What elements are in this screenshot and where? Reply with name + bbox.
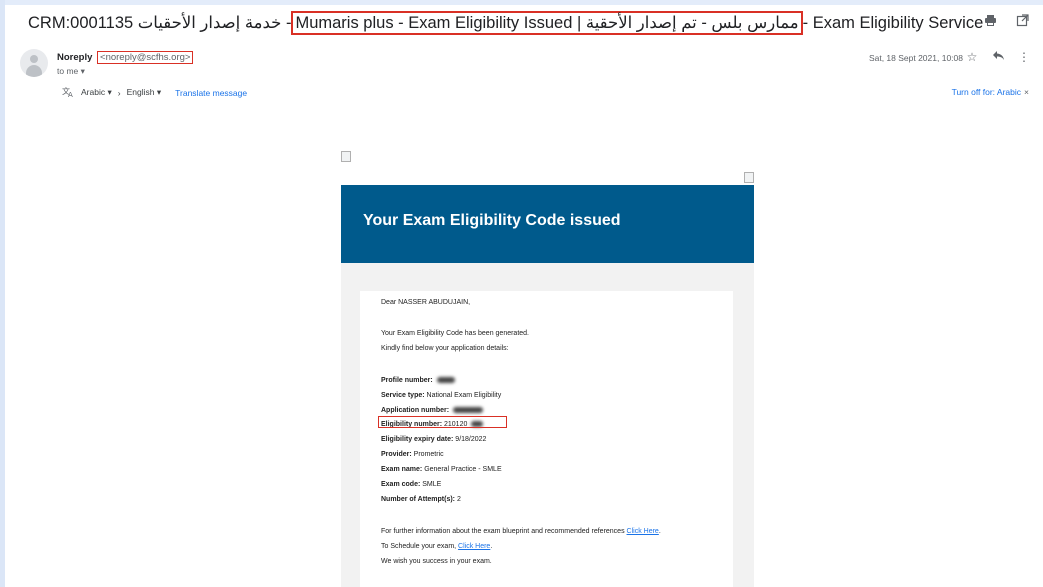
application-label: Application number: [381, 407, 450, 414]
eligibility-highlight-box [378, 416, 507, 428]
service-value: National Exam Eligibility [424, 392, 502, 399]
source-language-label: Arabic [81, 87, 106, 97]
footer-period: . [658, 528, 661, 535]
exam-name-value: General Practice - SMLE [422, 466, 502, 473]
expiry-value: 9/18/2022 [453, 436, 487, 443]
exam-name-row: Exam name: General Practice - SMLE [381, 466, 502, 473]
chevron-down-icon[interactable]: ▾ [81, 66, 85, 76]
recipient-line[interactable]: to me ▾ [57, 66, 85, 77]
application-number-row: Application number: [381, 407, 484, 414]
attempts-value: 2 [455, 496, 461, 503]
star-icon[interactable]: ☆ [965, 50, 979, 64]
footer-blueprint-text: For further information about the exam b… [381, 528, 627, 535]
broken-image-icon [744, 172, 754, 183]
print-icon[interactable] [983, 14, 997, 28]
left-accent-line [0, 0, 5, 587]
profile-label: Profile number: [381, 377, 433, 384]
turn-off-label: Turn off for: Arabic [951, 87, 1022, 97]
arrow-right-icon: › [117, 87, 121, 98]
message-actions: ☆ ⋮ [965, 50, 1031, 64]
subject-prefix: CRM:0001135 خدمة إصدار الأحقيات - [28, 14, 292, 32]
close-icon[interactable]: × [1024, 87, 1029, 97]
translate-bar: 文A Arabic ▾ › English ▾ Translate messag… [62, 86, 247, 99]
schedule-link[interactable]: Click Here [458, 543, 490, 550]
footer-period: . [490, 543, 493, 550]
broken-image-icon [341, 151, 351, 162]
exam-code-row: Exam code: SMLE [381, 481, 441, 488]
exam-code-label: Exam code: [381, 481, 421, 488]
email-banner: Your Exam Eligibility Code issued [341, 185, 754, 263]
more-options-icon[interactable]: ⋮ [1017, 50, 1031, 64]
translate-message-link[interactable]: Translate message [175, 88, 247, 98]
service-label: Service type: [381, 392, 425, 399]
attempts-label: Number of Attempt(s): [381, 496, 456, 503]
turn-off-translation[interactable]: Turn off for: Arabic × [952, 87, 1029, 97]
sender-avatar [20, 49, 48, 77]
footer-wishes: We wish you success in your exam. [381, 558, 492, 565]
subject-highlighted: ممارس بلس - تم إصدار الأحقية | Mumaris p… [291, 11, 803, 35]
chevron-down-icon: ▾ [156, 87, 162, 97]
open-in-new-window-icon[interactable] [1015, 14, 1029, 28]
footer-schedule-text: To Schedule your exam, [381, 543, 459, 550]
avatar-body [26, 65, 42, 77]
expiry-label: Eligibility expiry date: [381, 436, 454, 443]
exam-code-value: SMLE [420, 481, 442, 488]
source-language-select[interactable]: Arabic ▾ [81, 87, 112, 98]
redacted-value [436, 377, 455, 384]
sender-line: Noreply <noreply@scfhs.org> [57, 51, 194, 64]
avatar-head [30, 55, 38, 63]
footer-schedule: To Schedule your exam, Click Here. [381, 543, 492, 550]
translate-icon: 文A [62, 86, 75, 99]
subject-toolbar [983, 14, 1029, 28]
sender-email[interactable]: <noreply@scfhs.org> [97, 51, 194, 64]
email-subject: CRM:0001135 خدمة إصدار الأحقيات - ممارس … [28, 9, 983, 37]
email-date: Sat, 18 Sept 2021, 10:08 [868, 53, 963, 63]
email-card: Your Exam Eligibility Code issued Dear N… [341, 185, 754, 587]
target-language-select[interactable]: English ▾ [127, 87, 162, 98]
sender-name[interactable]: Noreply [57, 52, 92, 63]
email-content: Dear NASSER ABUDUJAIN, Your Exam Eligibi… [360, 291, 733, 587]
intro-details: Kindly find below your application detai… [381, 345, 509, 352]
blueprint-link[interactable]: Click Here [627, 528, 659, 535]
profile-number-row: Profile number: [381, 377, 455, 384]
top-accent-line [0, 0, 1043, 5]
footer-blueprint: For further information about the exam b… [381, 528, 661, 535]
redacted-value [453, 407, 484, 414]
greeting: Dear NASSER ABUDUJAIN, [381, 299, 471, 306]
expiry-date-row: Eligibility expiry date: 9/18/2022 [381, 436, 486, 443]
provider-label: Provider: [381, 451, 412, 458]
service-type-row: Service type: National Exam Eligibility [381, 392, 501, 399]
subject-suffix: - Exam Eligibility Service [802, 13, 984, 32]
exam-name-label: Exam name: [381, 466, 423, 473]
chevron-down-icon: ▾ [107, 87, 112, 97]
target-language-label: English [126, 87, 155, 97]
banner-title: Your Exam Eligibility Code issued [363, 212, 621, 229]
provider-row: Provider: Prometric [381, 451, 444, 458]
attempts-row: Number of Attempt(s): 2 [381, 496, 461, 503]
recipient-label: to me [57, 66, 79, 76]
svg-text:A: A [68, 91, 73, 97]
reply-icon[interactable] [991, 50, 1005, 64]
intro-generated: Your Exam Eligibility Code has been gene… [381, 330, 530, 337]
provider-value: Prometric [411, 451, 444, 458]
